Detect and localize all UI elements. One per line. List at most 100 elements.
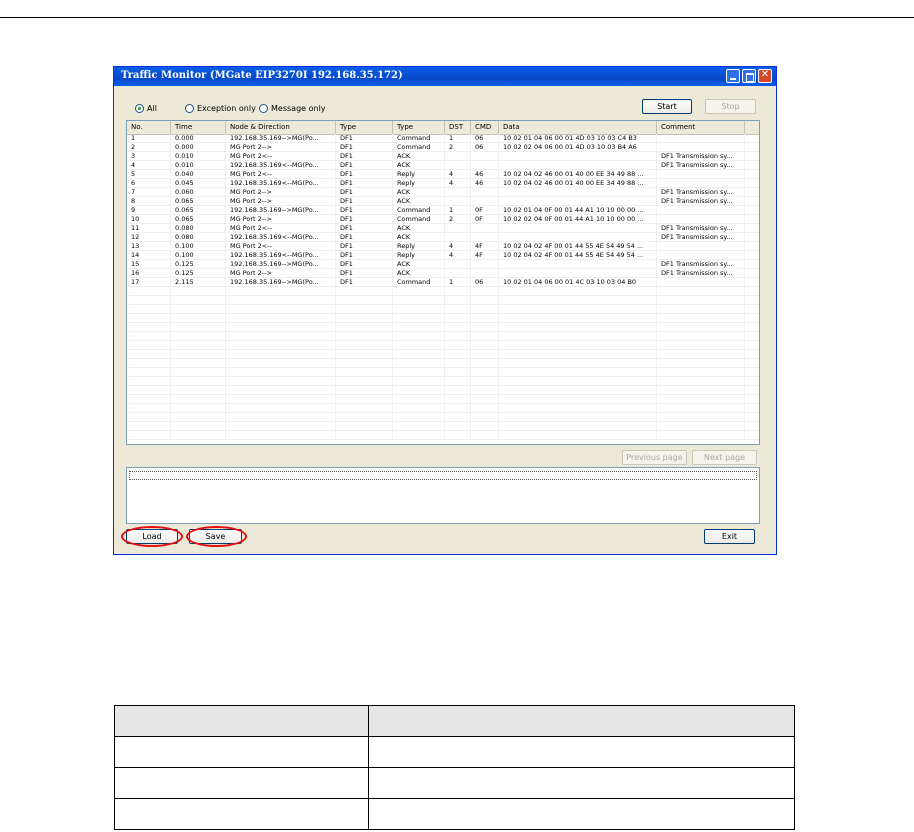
minimize-button[interactable] bbox=[726, 69, 740, 83]
col-cmd-cell: 46 bbox=[471, 179, 499, 188]
col-data-header[interactable]: Data bbox=[499, 121, 657, 134]
radio-message-only[interactable]: Message only bbox=[259, 104, 326, 113]
col-no-cell: 1 bbox=[127, 134, 171, 143]
table-row[interactable]: 10 0.065 MG Port 2--> DF1 Command 2 0F 10 02 02… bbox=[127, 215, 759, 224]
col-node-direction-header[interactable]: Node & Direction bbox=[226, 121, 336, 134]
col-comment-cell bbox=[657, 341, 745, 350]
col-time-header[interactable]: Time bbox=[171, 121, 226, 134]
table-row[interactable]: 17 2.115 192.168.35.169-->MG(Po... DF1 Comma… bbox=[127, 278, 759, 287]
col-dst-cell bbox=[445, 233, 471, 242]
table-row[interactable]: 16 0.125 MG Port 2--> DF1 ACK DF1 Transmissio… bbox=[127, 269, 759, 278]
table-row[interactable]: 9 0.065 192.168.35.169-->MG(Po... DF1 Comman… bbox=[127, 206, 759, 215]
col-type2-cell: ACK bbox=[393, 197, 445, 206]
col-no-header[interactable]: No. bbox=[127, 121, 171, 134]
col-time-cell: 0.065 bbox=[171, 215, 226, 224]
maximize-button[interactable] bbox=[742, 69, 756, 83]
col-data-cell bbox=[499, 359, 657, 368]
col-node-direction-cell bbox=[226, 386, 336, 395]
col-data-cell bbox=[499, 260, 657, 269]
previous-page-button[interactable]: Previous page bbox=[622, 450, 687, 465]
table-cell bbox=[367, 798, 796, 830]
col-cmd-cell bbox=[471, 305, 499, 314]
col-node-direction-cell bbox=[226, 332, 336, 341]
table-row[interactable]: 14 0.100 192.168.35.169<--MG(Po... DF1 Reply… bbox=[127, 251, 759, 260]
table-row[interactable]: 2 0.000 MG Port 2--> DF1 Command 2 06 10 02 02 … bbox=[127, 143, 759, 152]
col-cmd-cell bbox=[471, 422, 499, 431]
start-button[interactable]: Start bbox=[642, 99, 692, 114]
col-comment-cell bbox=[657, 134, 745, 143]
col-comment-cell bbox=[657, 431, 745, 440]
col-comment-cell bbox=[657, 422, 745, 431]
table-row[interactable]: 7 0.060 MG Port 2--> DF1 ACK DF1 Transmission… bbox=[127, 188, 759, 197]
table-row[interactable]: 4 0.010 192.168.35.169<--MG(Po... DF1 ACK DF1… bbox=[127, 161, 759, 170]
radio-all[interactable]: All bbox=[135, 104, 157, 113]
table-row[interactable]: 1 0.000 192.168.35.169-->MG(Po... DF1 Comman… bbox=[127, 134, 759, 143]
col-no-cell bbox=[127, 413, 171, 422]
table-row bbox=[127, 395, 759, 404]
col-node-direction-cell bbox=[226, 431, 336, 440]
table-row[interactable]: 3 0.010 MG Port 2<-- DF1 ACK DF1 Transmission… bbox=[127, 152, 759, 161]
table-row[interactable]: 8 0.065 MG Port 2--> DF1 ACK DF1 Transmission… bbox=[127, 197, 759, 206]
col-cmd-header[interactable]: CMD bbox=[471, 121, 499, 134]
col-time-cell: 0.040 bbox=[171, 170, 226, 179]
col-time-cell: 0.060 bbox=[171, 188, 226, 197]
col-type-cell: DF1 bbox=[336, 269, 393, 278]
close-button[interactable]: ✕ bbox=[758, 69, 772, 83]
col-cmd-cell bbox=[471, 404, 499, 413]
col-type-cell bbox=[336, 305, 393, 314]
col-dst-cell bbox=[445, 197, 471, 206]
table-row[interactable]: 13 0.100 MG Port 2<-- DF1 Reply 4 4F 10 02 04 0… bbox=[127, 242, 759, 251]
col-comment-cell: DF1 Transmission sy... bbox=[657, 152, 745, 161]
col-cmd-cell bbox=[471, 260, 499, 269]
col-type2-cell: Command bbox=[393, 278, 445, 287]
col-time-cell bbox=[171, 377, 226, 386]
table-row[interactable]: 15 0.125 192.168.35.169-->MG(Po... DF1 ACK DF… bbox=[127, 260, 759, 269]
col-type-cell: DF1 bbox=[336, 197, 393, 206]
table-row bbox=[127, 404, 759, 413]
table-header: No. Time Node & Direction Type Type DST CMD Dat… bbox=[127, 121, 759, 135]
col-node-direction-cell bbox=[226, 305, 336, 314]
col-comment-header[interactable]: Comment bbox=[657, 121, 745, 134]
col-data-cell: 10 02 04 02 4F 00 01 44 55 4E 54 49 54 .… bbox=[499, 251, 657, 260]
col-dst-header[interactable]: DST bbox=[445, 121, 471, 134]
col-type2-header[interactable]: Type bbox=[393, 121, 445, 134]
traffic-table[interactable]: No. Time Node & Direction Type Type DST CMD Dat… bbox=[126, 120, 760, 445]
radio-exception-only[interactable]: Exception only bbox=[185, 104, 256, 113]
message-log-area[interactable] bbox=[126, 467, 760, 524]
col-dst-cell bbox=[445, 305, 471, 314]
col-data-cell bbox=[499, 395, 657, 404]
col-type2-cell bbox=[393, 404, 445, 413]
col-comment-cell bbox=[657, 287, 745, 296]
col-dst-cell bbox=[445, 152, 471, 161]
col-comment-cell bbox=[657, 179, 745, 188]
exit-button[interactable]: Exit bbox=[704, 529, 755, 544]
next-page-button[interactable]: Next page bbox=[692, 450, 757, 465]
table-row[interactable]: 12 0.080 192.168.35.169<--MG(Po... DF1 ACK DF… bbox=[127, 233, 759, 242]
table-row[interactable]: 11 0.080 MG Port 2<-- DF1 ACK DF1 Transmissio… bbox=[127, 224, 759, 233]
table-row bbox=[127, 323, 759, 332]
col-data-cell bbox=[499, 305, 657, 314]
table-cell bbox=[114, 736, 369, 768]
col-type2-cell bbox=[393, 431, 445, 440]
table-row bbox=[127, 413, 759, 422]
title-bar[interactable]: Traffic Monitor (MGate EIP3270I 192.168.… bbox=[114, 67, 776, 86]
col-type2-cell bbox=[393, 323, 445, 332]
col-type2-cell bbox=[393, 422, 445, 431]
table-cell bbox=[367, 705, 796, 737]
col-node-direction-cell: MG Port 2--> bbox=[226, 215, 336, 224]
table-row[interactable]: 6 0.045 192.168.35.169<--MG(Po... DF1 Reply 4… bbox=[127, 179, 759, 188]
col-cmd-cell bbox=[471, 350, 499, 359]
col-type-cell: DF1 bbox=[336, 224, 393, 233]
table-row bbox=[114, 767, 796, 799]
col-node-direction-cell bbox=[226, 422, 336, 431]
col-data-cell: 10 02 01 04 0F 00 01 44 A1 10 10 00 00 .… bbox=[499, 206, 657, 215]
col-no-cell: 12 bbox=[127, 233, 171, 242]
radio-message-indicator bbox=[259, 104, 268, 113]
col-type-cell bbox=[336, 350, 393, 359]
stop-button[interactable]: Stop bbox=[705, 99, 756, 114]
col-no-cell bbox=[127, 377, 171, 386]
col-cmd-cell bbox=[471, 323, 499, 332]
col-type-cell bbox=[336, 296, 393, 305]
table-row[interactable]: 5 0.040 MG Port 2<-- DF1 Reply 4 46 10 02 04 02… bbox=[127, 170, 759, 179]
col-type-header[interactable]: Type bbox=[336, 121, 393, 134]
